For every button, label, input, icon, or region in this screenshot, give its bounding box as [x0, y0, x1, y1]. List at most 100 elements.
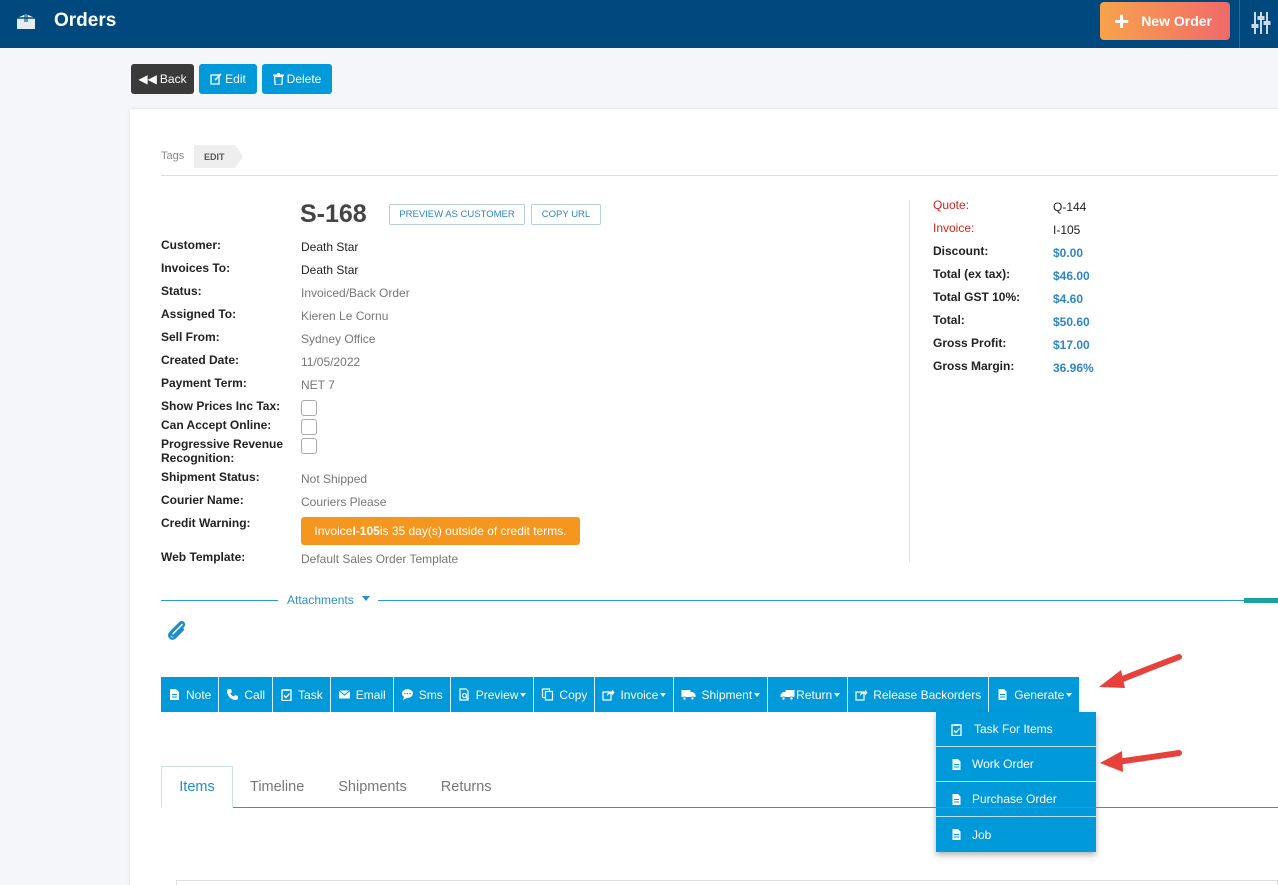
menu-item-purchase-order[interactable]: Purchase Order: [936, 782, 1096, 817]
order-tabs: Items Timeline Shipments Returns: [161, 766, 509, 808]
assigned-to-label: Assigned To:: [161, 307, 237, 321]
tab-shipments[interactable]: Shipments: [321, 766, 424, 808]
tab-returns[interactable]: Returns: [424, 766, 509, 808]
note-button[interactable]: Note: [161, 677, 220, 712]
payment-term-label: Payment Term:: [161, 376, 247, 390]
email-button[interactable]: Email: [330, 677, 394, 712]
invoice-label: Invoice:: [933, 221, 975, 235]
menu-item-work-order[interactable]: Work Order: [936, 747, 1096, 782]
delete-button[interactable]: Delete: [262, 64, 332, 94]
new-order-label: New Order: [1141, 13, 1212, 29]
envelope-icon: [338, 690, 351, 699]
can-accept-online-label: Can Accept Online:: [161, 418, 272, 432]
tags-divider: [161, 175, 1278, 176]
paperclip-icon[interactable]: [164, 617, 190, 643]
invoice-value[interactable]: I-105: [1053, 223, 1080, 237]
edit-button[interactable]: Edit: [199, 64, 257, 94]
order-number: S-168: [300, 200, 367, 228]
annotation-arrow-icon: [1100, 750, 1182, 772]
clipboard-check-icon: [951, 723, 962, 736]
menu-item-job[interactable]: Job: [936, 817, 1096, 852]
credit-warning-invoice[interactable]: I-105: [352, 524, 379, 538]
tab-items[interactable]: Items: [161, 766, 233, 808]
annotation-arrow-icon: [1099, 654, 1182, 688]
tabs-underline: [233, 807, 1278, 808]
total-label: Total:: [933, 313, 965, 327]
gross-profit-label: Gross Profit:: [933, 336, 1007, 350]
sell-from-value: Sydney Office: [301, 332, 376, 346]
courier-name-label: Courier Name:: [161, 493, 244, 507]
invoices-to-label: Invoices To:: [161, 261, 231, 275]
share-icon: [855, 689, 868, 701]
new-order-button[interactable]: + New Order: [1100, 2, 1230, 40]
quote-value[interactable]: Q-144: [1053, 200, 1086, 214]
caret-down-icon: [754, 692, 761, 697]
discount-value: $0.00: [1053, 246, 1084, 260]
credit-warning-badge: Invoice I-105 is 35 day(s) outside of cr…: [301, 517, 580, 545]
truck-return-icon: [780, 690, 795, 701]
plus-icon: +: [1114, 6, 1130, 36]
edit-icon: [210, 73, 222, 85]
document-search-icon: [459, 688, 469, 701]
copy-button[interactable]: Copy: [534, 677, 596, 712]
clipboard-check-icon: [281, 689, 292, 701]
progressive-revenue-label: Progressive Revenue: [161, 437, 284, 451]
shipment-status-value: Not Shipped: [301, 472, 368, 486]
can-accept-online-checkbox[interactable]: [301, 419, 317, 435]
tab-timeline[interactable]: Timeline: [233, 766, 321, 808]
sliders-icon[interactable]: [1250, 10, 1272, 36]
attachments-toggle[interactable]: Attachments: [287, 593, 354, 607]
attachments-line-left: [161, 600, 278, 601]
customer-label: Customer:: [161, 238, 222, 252]
call-button[interactable]: Call: [219, 677, 274, 712]
release-backorders-button[interactable]: Release Backorders: [848, 677, 990, 712]
tag-edit-chip[interactable]: EDIT: [194, 145, 243, 168]
top-bar: Orders + New Order: [0, 0, 1278, 48]
gross-profit-value: $17.00: [1053, 338, 1090, 352]
gross-margin-value: 36.96%: [1053, 361, 1094, 375]
progressive-revenue-checkbox[interactable]: [301, 438, 317, 454]
gross-margin-label: Gross Margin:: [933, 359, 1015, 373]
total-gst-value: $4.60: [1053, 292, 1084, 306]
attachments-accent: [1244, 598, 1278, 603]
total-ex-tax-label: Total (ex tax):: [933, 267, 1011, 281]
truck-icon: [681, 690, 696, 701]
status-value: Invoiced/Back Order: [301, 286, 410, 300]
caret-down-icon[interactable]: [362, 596, 370, 601]
document-icon: [952, 829, 961, 840]
status-label: Status:: [161, 284, 202, 298]
task-button[interactable]: Task: [273, 677, 331, 712]
preview-as-customer-button[interactable]: PREVIEW AS CUSTOMER: [389, 204, 525, 225]
assigned-to-value: Kieren Le Cornu: [301, 309, 389, 323]
web-template-label: Web Template:: [161, 550, 246, 564]
total-ex-tax-value: $46.00: [1053, 269, 1090, 283]
menu-item-task-for-items[interactable]: Task For Items: [936, 712, 1096, 747]
copy-icon: [542, 688, 554, 701]
sms-button[interactable]: Sms: [393, 677, 451, 712]
back-button[interactable]: ◀◀ Back: [131, 64, 194, 94]
caret-down-icon: [834, 692, 841, 697]
double-chevron-left-icon: ◀◀: [138, 72, 157, 86]
invoice-dropdown-button[interactable]: Invoice: [595, 677, 675, 712]
chat-bubble-icon: [401, 689, 413, 700]
generate-dropdown-button[interactable]: Generate: [989, 677, 1080, 712]
progressive-revenue-label-line2: Recognition:: [161, 451, 235, 465]
shipment-dropdown-button[interactable]: Shipment: [674, 677, 769, 712]
total-value: $50.60: [1053, 315, 1090, 329]
payment-term-value: NET 7: [301, 378, 335, 392]
copy-url-button[interactable]: COPY URL: [531, 204, 601, 225]
show-prices-inc-tax-checkbox[interactable]: [301, 400, 317, 416]
page-title: Orders: [54, 10, 117, 31]
return-dropdown-button[interactable]: Return: [768, 677, 849, 712]
invoices-to-value[interactable]: Death Star: [301, 263, 358, 277]
discount-label: Discount:: [933, 244, 989, 258]
total-gst-label: Total GST 10%:: [933, 290, 1021, 304]
share-icon: [602, 689, 615, 701]
quote-label: Quote:: [933, 198, 970, 212]
document-icon: [952, 758, 961, 770]
customer-value[interactable]: Death Star: [301, 240, 358, 254]
phone-icon: [227, 689, 239, 700]
caret-down-icon: [660, 692, 667, 697]
trash-icon: [272, 73, 284, 85]
preview-dropdown-button[interactable]: Preview: [450, 677, 535, 712]
